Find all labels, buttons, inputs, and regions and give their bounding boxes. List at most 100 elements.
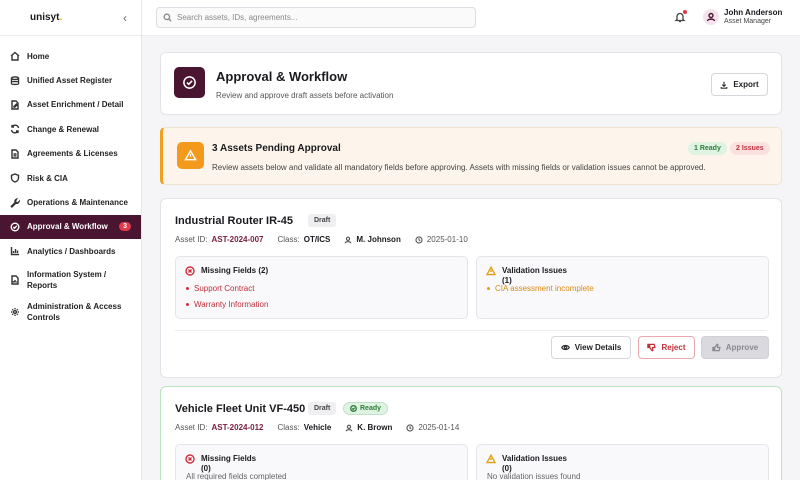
thumbs-up-icon [712,343,721,352]
missing-fields-panel: Missing Fields (2) Support Contract Warr… [175,256,468,319]
issues-count-badge: 2 Issues [730,142,770,155]
search-icon [163,13,172,22]
alert-text: Review assets below and validate all man… [212,163,706,172]
sidebar-item-label: Asset Enrichment / Detail [27,100,124,110]
sidebar-item-label: Information System / Reports [27,269,107,290]
sidebar-item-information-system[interactable]: Information System / Reports [0,264,141,296]
bar-chart-icon [10,246,20,256]
approve-button[interactable]: Approve [701,336,769,359]
validation-issue-item: CIA assessment incomplete [487,284,594,293]
asset-owner: M. Johnson [356,235,401,244]
page-header: Approval & Workflow Review and approve d… [160,52,782,115]
avatar [703,8,719,25]
eye-icon [560,344,570,351]
view-details-button[interactable]: View Details [551,336,631,359]
missing-fields-note: All required fields completed [186,472,287,480]
sidebar-item-label: Unified Asset Register [27,76,113,86]
sidebar-item-change-renewal[interactable]: Change & Renewal [0,117,141,141]
asset-card: Industrial Router IR-45 Draft Asset ID: A… [160,198,782,378]
gear-icon [10,307,20,317]
search-input[interactable] [177,13,457,22]
user-role: Asset Manager [724,18,772,25]
asset-id: AST-2024-012 [211,423,264,432]
check-circle-icon [10,222,20,232]
export-button[interactable]: Export [711,73,768,96]
missing-fields-title: Missing Fields (0) [201,454,257,473]
check-icon [350,405,357,412]
draft-status-tag: Draft [308,214,337,227]
notification-dot [683,10,687,14]
asset-id-label: Asset ID: [175,423,208,432]
draft-status-tag: Draft [308,402,337,415]
wrench-icon [10,197,20,208]
error-circle-icon [185,454,195,464]
collapse-sidebar-icon[interactable]: ‹ [123,11,127,25]
database-icon [10,75,20,86]
user-menu[interactable]: John Anderson Asset Manager [703,8,782,25]
missing-fields-panel: Missing Fields (0) All required fields co… [175,444,468,480]
notifications-button[interactable] [674,10,687,23]
brand-bar: unisyt. ‹ [0,0,141,36]
sidebar-item-label: Change & Renewal [27,124,100,134]
refresh-icon [10,124,20,134]
asset-name: Industrial Router IR-45 [175,215,293,227]
error-circle-icon [185,266,195,276]
thumbs-down-icon [647,343,657,352]
document-icon [10,149,20,159]
clock-icon [406,423,415,432]
class-label: Class: [277,423,300,432]
shield-icon [10,173,20,183]
asset-meta: Asset ID: AST-2024-007 Class: OT/ICS M. Jo… [175,235,482,244]
clock-icon [415,235,423,244]
sidebar-item-label: Home [27,51,50,61]
sidebar-item-administration[interactable]: Administration & Access Controls [0,296,141,328]
alert-title: 3 Assets Pending Approval [212,143,341,154]
missing-fields-title: Missing Fields (2) [201,266,269,275]
validation-issues-title: Validation Issues (1) [502,266,567,285]
asset-meta: Asset ID: AST-2024-012 Class: Vehicle K. B… [175,423,473,432]
sidebar-item-risk-cia[interactable]: Risk & CIA [0,166,141,190]
asset-class: Vehicle [303,423,332,432]
sidebar-item-approval-workflow[interactable]: Approval & Workflow 3 [0,214,141,240]
warning-triangle-icon [485,265,497,276]
sidebar-item-agreements[interactable]: Agreements & Licenses [0,142,141,166]
divider [175,330,767,331]
sidebar-item-label: Analytics / Dashboards [27,246,116,256]
user-icon [345,424,353,431]
user-name: John Anderson [724,8,783,17]
sidebar-item-label: Operations & Maintenance [27,198,128,208]
export-label: Export [733,80,759,89]
ready-count-badge: 1 Ready [688,142,727,155]
asset-owner: K. Brown [357,423,393,432]
file-edit-icon [10,100,20,110]
sidebar: unisyt. ‹ Home Unified Asset Register As… [0,0,142,480]
asset-class: OT/ICS [303,235,331,244]
validation-issues-note: No validation issues found [487,472,581,480]
validation-issues-panel: Validation Issues (0) No validation issue… [476,444,769,480]
warning-icon [177,142,204,169]
ready-status-tag: Ready [343,402,389,415]
validation-issues-panel: Validation Issues (1) CIA assessment inco… [476,256,769,319]
missing-field-item: Warranty Information [186,300,268,309]
brand-logo: unisyt. [30,12,63,23]
page-title: Approval & Workflow [216,69,348,84]
sidebar-item-label: Administration & Access Controls [27,301,122,322]
sidebar-item-operations[interactable]: Operations & Maintenance [0,190,141,214]
approval-check-icon [174,67,205,98]
reject-button[interactable]: Reject [638,336,695,359]
sidebar-item-home[interactable]: Home [0,44,141,68]
asset-name: Vehicle Fleet Unit VF-450 [175,403,306,415]
home-icon [10,51,20,61]
class-label: Class: [277,235,300,244]
top-bar: John Anderson Asset Manager [142,0,800,36]
download-icon [720,81,728,89]
asset-date: 2025-01-14 [418,423,460,432]
asset-card: Vehicle Fleet Unit VF-450 Draft Ready As… [160,386,782,480]
search-box[interactable] [156,7,476,28]
sidebar-item-asset-register[interactable]: Unified Asset Register [0,68,141,92]
sidebar-item-enrichment[interactable]: Asset Enrichment / Detail [0,93,141,117]
sidebar-item-analytics[interactable]: Analytics / Dashboards [0,239,141,263]
sidebar-item-label: Agreements & Licenses [27,149,118,159]
warning-triangle-icon [485,453,497,464]
pending-count-badge: 3 [119,222,131,232]
